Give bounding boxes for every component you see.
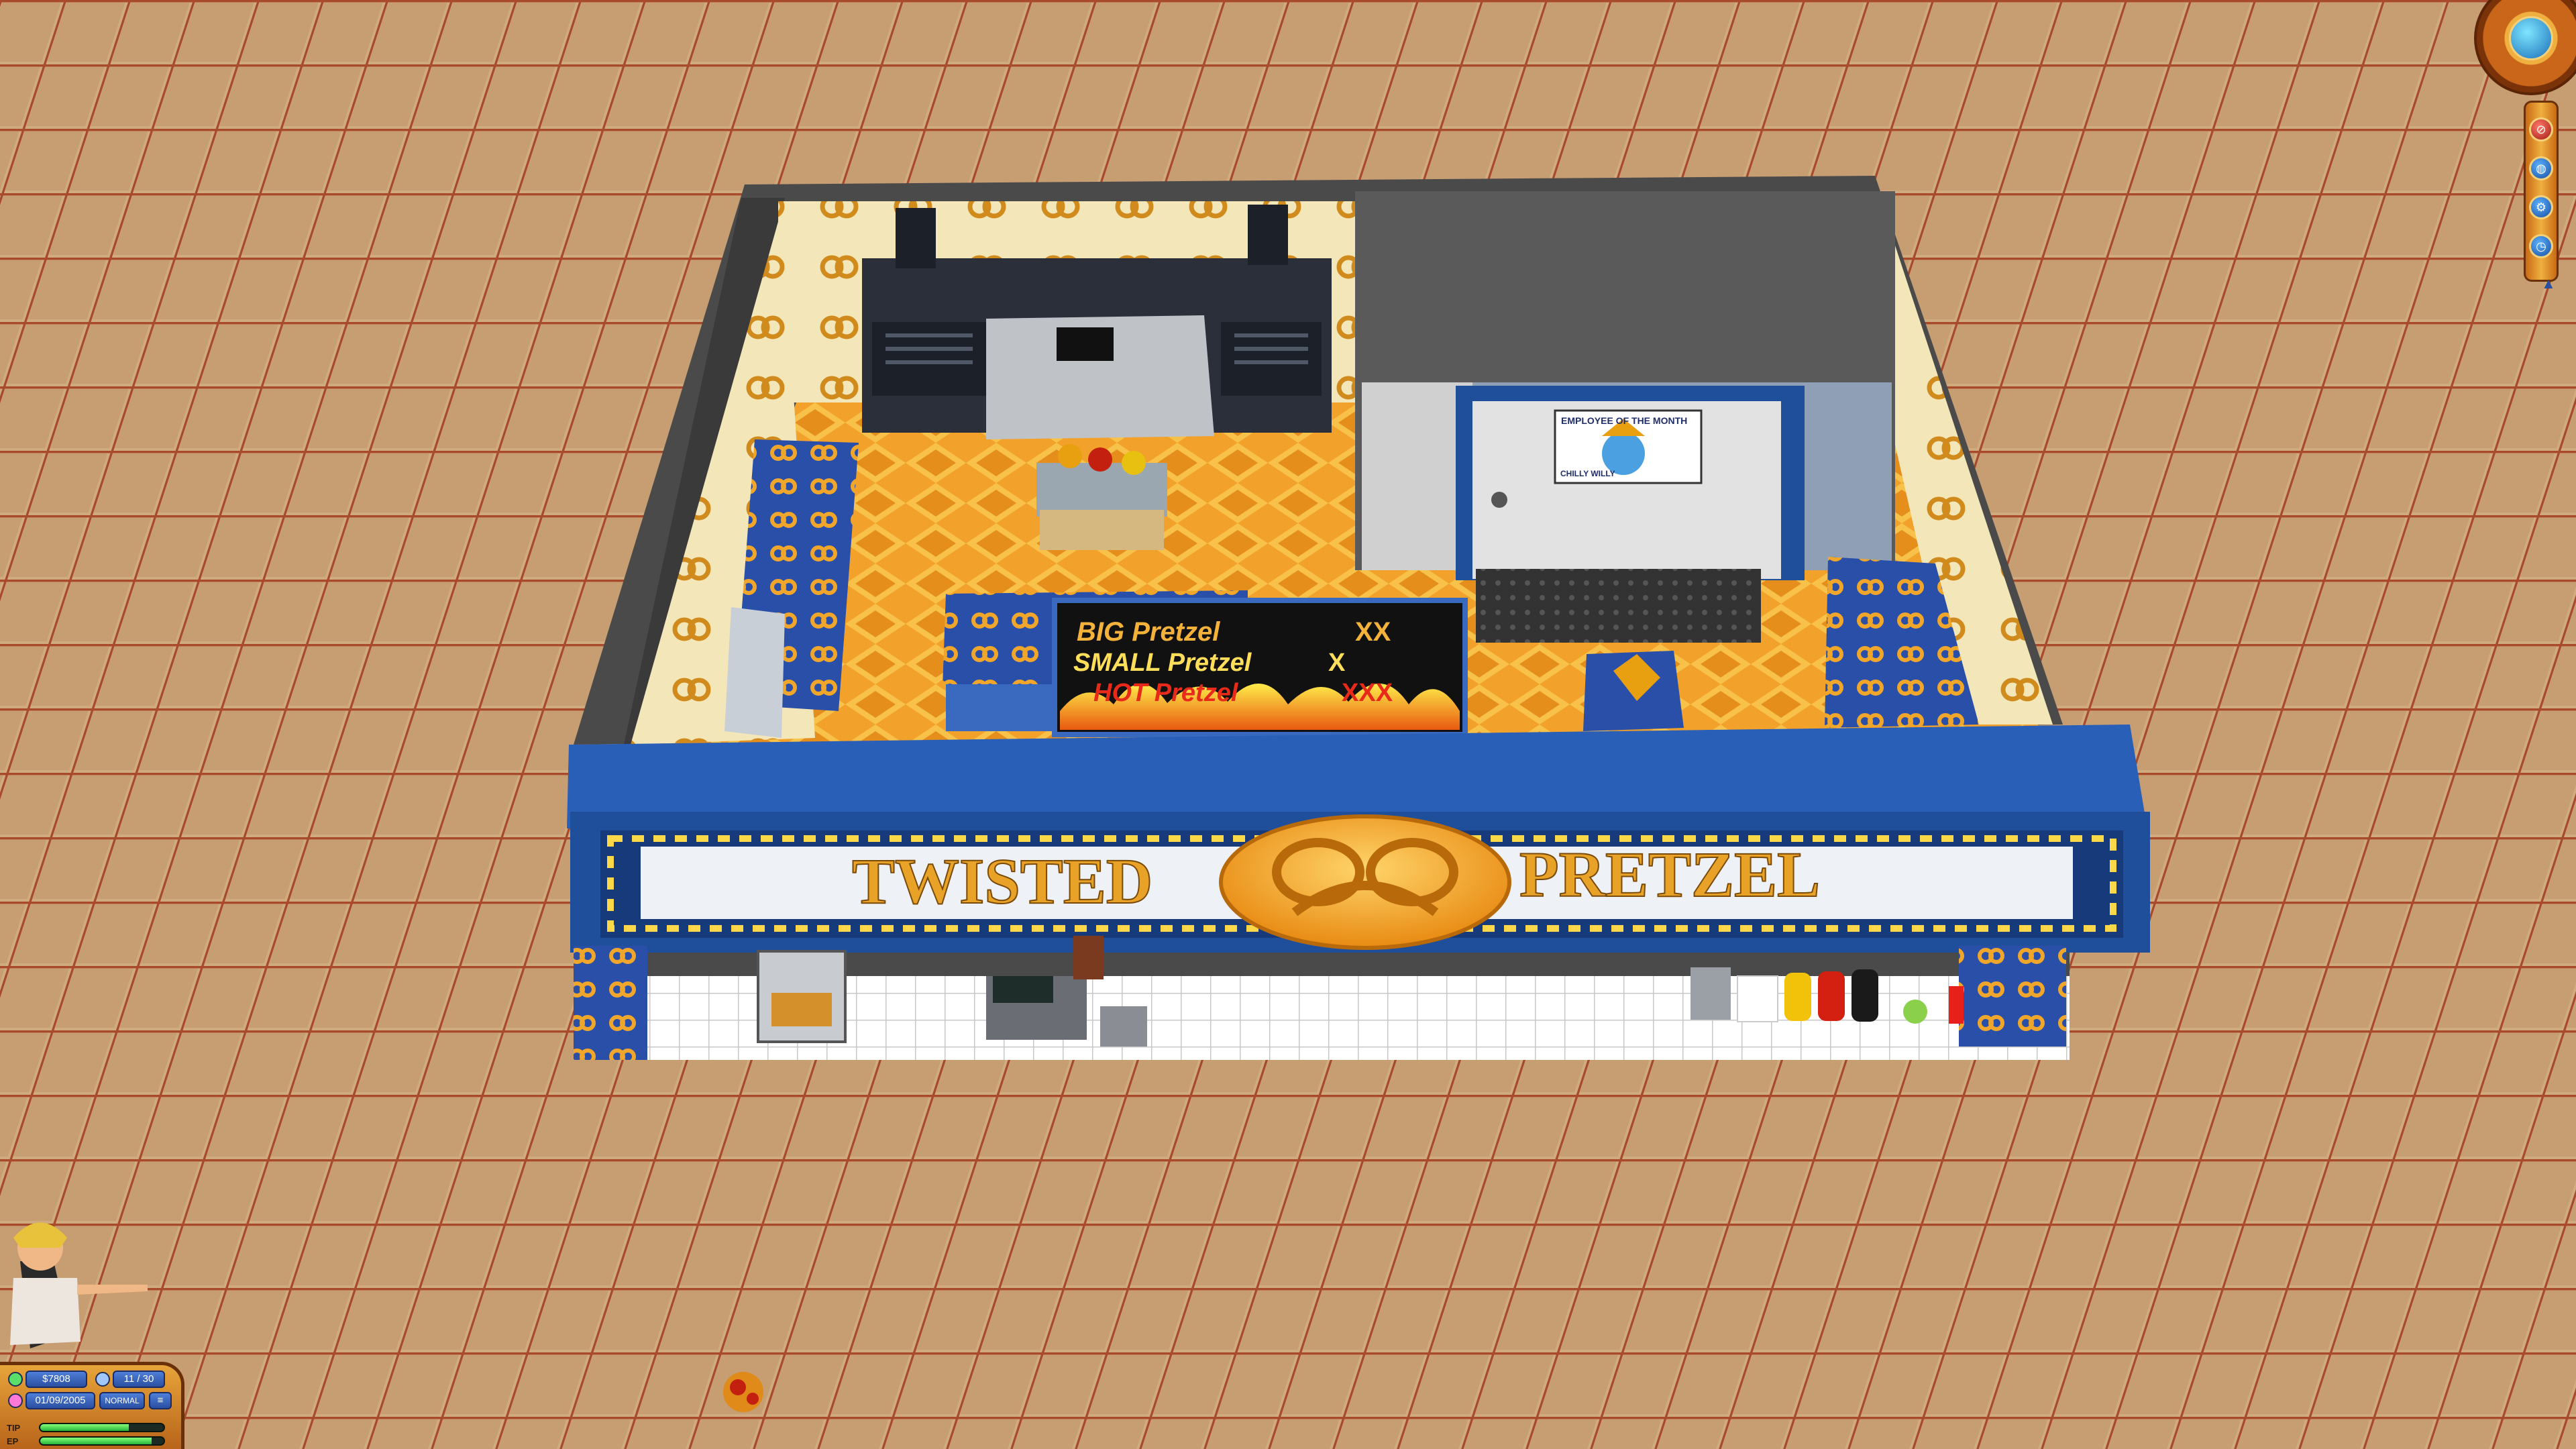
pretzel-store[interactable]: EMPLOYEE OF THE MONTH CHILLY WILLY BIG P…: [567, 176, 2150, 1060]
status-panel: $7808 11 / 30 01/09/2005 NORMAL ≡ TIP EP: [0, 1362, 184, 1449]
tip-label: TIP: [7, 1423, 21, 1433]
dropped-item[interactable]: [723, 1372, 763, 1412]
menu-item-3: HOT Pretzel: [1093, 679, 1239, 707]
money-icon: [8, 1372, 23, 1387]
occupancy-display: 11 / 30: [113, 1371, 165, 1388]
gear-icon[interactable]: ⚙: [2529, 195, 2553, 219]
clock-icon[interactable]: ◷: [2529, 234, 2553, 258]
menu-rating-1: XX: [1355, 617, 1391, 647]
speed-button[interactable]: NORMAL: [99, 1392, 145, 1409]
globe-icon[interactable]: ◍: [2529, 156, 2553, 180]
money-display: $7808: [25, 1371, 87, 1388]
people-icon: [95, 1372, 110, 1387]
menu-rating-3: XXX: [1342, 679, 1393, 707]
sign-text-right: PRETZEL: [1519, 839, 1820, 910]
sign-text-left: TWISTED: [852, 845, 1152, 917]
energy-bar-fill: [40, 1438, 152, 1444]
menu-item-1: BIG Pretzel: [1077, 617, 1220, 647]
menu-rating-2: X: [1328, 649, 1346, 677]
floor-mat: [1476, 569, 1761, 643]
tip-bar-fill: [40, 1424, 129, 1431]
game-viewport[interactable]: EMPLOYEE OF THE MONTH CHILLY WILLY BIG P…: [0, 0, 2576, 1449]
no-entry-icon[interactable]: ⊘: [2529, 117, 2553, 142]
tip-bar: [39, 1423, 165, 1432]
calendar-icon: [8, 1393, 23, 1408]
pretzel-logo: [1219, 814, 1511, 950]
collapse-toolbar-button[interactable]: ▲: [2541, 275, 2556, 292]
menu-item-2: SMALL Pretzel: [1073, 649, 1252, 677]
menu-board[interactable]: BIG Pretzel XX SMALL Pretzel X HOT Pretz…: [1052, 598, 1468, 737]
tool-rail: ⊘ ◍ ⚙ ◷: [2524, 101, 2559, 282]
storefront-sign[interactable]: TWISTED PRETZEL: [567, 724, 2150, 953]
employee-poster: EMPLOYEE OF THE MONTH CHILLY WILLY: [1554, 409, 1703, 484]
energy-label: EP: [7, 1436, 19, 1446]
poster-heading: EMPLOYEE OF THE MONTH: [1561, 415, 1687, 426]
employee-figure[interactable]: [1073, 936, 1104, 979]
rotate-camera-button[interactable]: [2509, 16, 2553, 60]
service-counter[interactable]: [574, 936, 2070, 1060]
menu-button[interactable]: ≡: [149, 1392, 172, 1409]
poster-name: CHILLY WILLY: [1560, 469, 1615, 478]
date-display: 01/09/2005: [25, 1392, 95, 1409]
energy-bar: [39, 1436, 165, 1446]
